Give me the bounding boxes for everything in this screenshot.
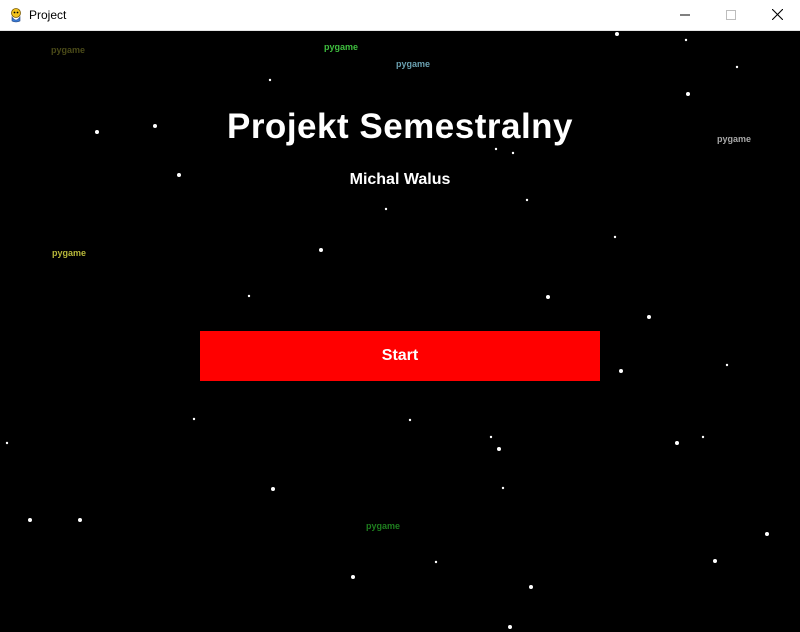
star [619, 369, 623, 373]
star [529, 585, 533, 589]
star [615, 32, 619, 36]
close-icon [771, 7, 783, 25]
pygame-label: pygame [51, 45, 86, 55]
star [647, 315, 651, 319]
star [684, 38, 688, 42]
star [319, 248, 323, 252]
minimize-icon [680, 7, 690, 25]
star [525, 198, 529, 202]
close-button[interactable] [754, 0, 800, 31]
maximize-button[interactable] [708, 0, 754, 31]
star [351, 575, 355, 579]
star [686, 92, 690, 96]
star [271, 487, 275, 491]
star [511, 151, 515, 155]
star [434, 560, 438, 564]
pygame-snake-icon [8, 7, 24, 23]
start-button[interactable]: Start [200, 331, 600, 381]
star [5, 441, 9, 445]
window-titlebar: Project [0, 0, 800, 31]
star [725, 363, 729, 367]
star [268, 78, 272, 82]
star [508, 625, 512, 629]
game-canvas: pygame pygame pygame pygame pygame pygam… [0, 31, 800, 632]
star [78, 518, 82, 522]
star [613, 235, 617, 239]
star [701, 435, 705, 439]
pygame-label: pygame [52, 248, 87, 258]
star [735, 65, 739, 69]
game-title: Projekt Semestralny [226, 107, 574, 146]
star [713, 559, 717, 563]
author-name: Michal Walus [349, 171, 451, 188]
star [247, 294, 251, 298]
star [497, 447, 501, 451]
star [546, 295, 550, 299]
star [192, 417, 196, 421]
pygame-label: pygame [366, 521, 401, 531]
star [494, 147, 498, 151]
star [765, 532, 769, 536]
star [501, 486, 505, 490]
star [28, 518, 32, 522]
star [408, 418, 412, 422]
star [384, 207, 388, 211]
star [489, 435, 493, 439]
pygame-label: pygame [324, 42, 359, 52]
pygame-label: pygame [396, 59, 431, 69]
maximize-icon [726, 7, 736, 25]
minimize-button[interactable] [662, 0, 708, 31]
window-title: Project [29, 8, 67, 22]
star [675, 441, 679, 445]
